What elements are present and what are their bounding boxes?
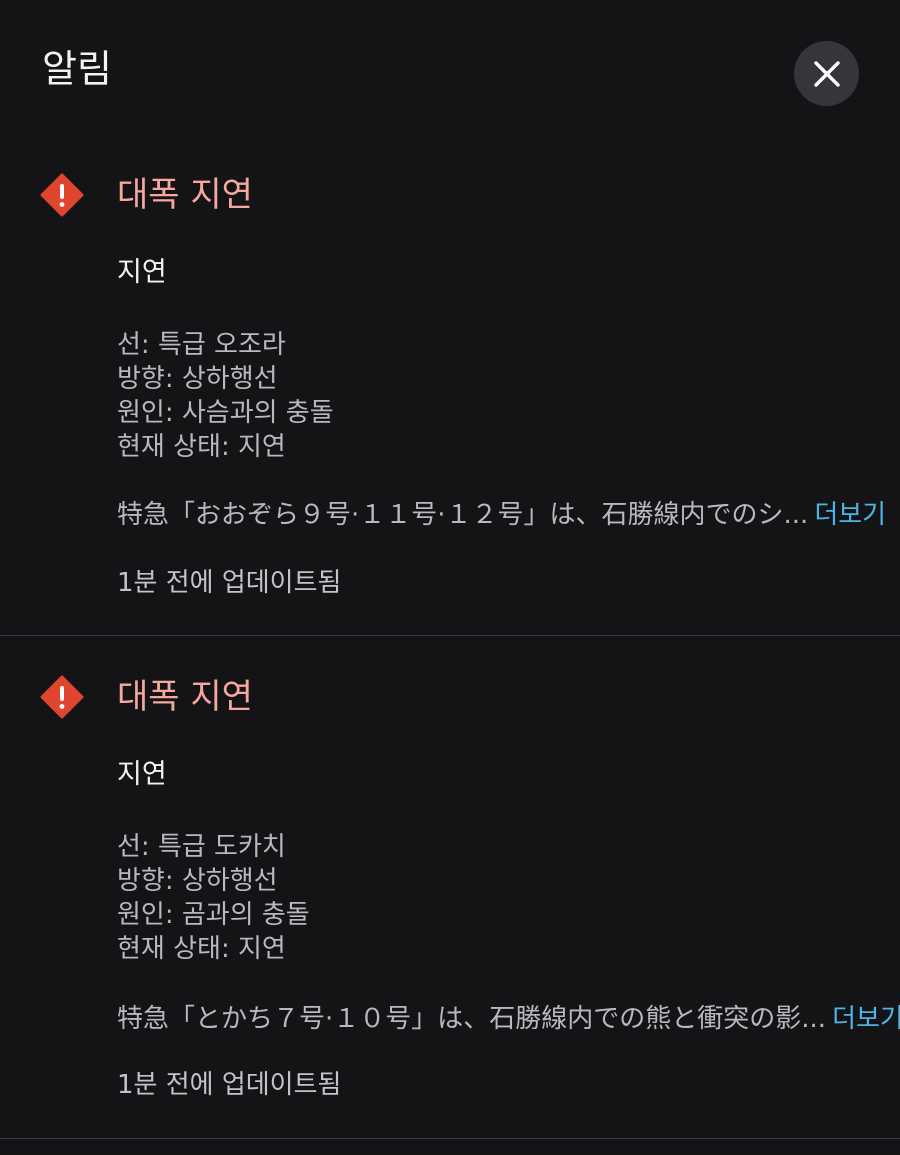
updated-timestamp: 1분 전에 업데이트됨 <box>117 1070 342 1100</box>
detail-direction: 방향: 상하행선 <box>117 866 278 896</box>
alert-title: 대폭 지연 <box>117 175 253 215</box>
detail-cause: 원인: 곰과의 충돌 <box>117 900 310 930</box>
page-title: 알림 <box>42 47 112 91</box>
alert-details: 선: 특급 도카치 방향: 상하행선 원인: 곰과의 충돌 현재 상태: 지연 <box>117 830 310 966</box>
alert-item: 대폭 지연 지연 선: 특급 도카치 방향: 상하행선 원인: 곰과의 충돌 현… <box>0 636 900 1139</box>
more-link[interactable]: 더보기 <box>814 500 886 530</box>
description-text: 特急「とかち７号·１０号」は、石勝線内での熊と衝突の影... <box>117 1004 827 1034</box>
close-icon <box>813 60 840 87</box>
warning-icon <box>40 173 84 217</box>
detail-line: 선: 특급 도카치 <box>117 832 286 862</box>
detail-current-status: 현재 상태: 지연 <box>117 934 286 964</box>
detail-line: 선: 특급 오조라 <box>117 330 286 360</box>
alert-description: 特急「おおぞら９号·１１号·１２号」は、石勝線内でのシ... 더보기 <box>117 498 886 532</box>
more-link[interactable]: 더보기 <box>832 1004 900 1034</box>
detail-current-status: 현재 상태: 지연 <box>117 432 286 462</box>
header: 알림 <box>0 0 900 140</box>
alert-description: 特急「とかち７号·１０号」は、石勝線内での熊と衝突の影... 더보기 <box>117 1002 900 1036</box>
alert-status: 지연 <box>117 257 167 288</box>
warning-icon <box>40 675 84 719</box>
description-text: 特急「おおぞら９号·１１号·１２号」は、石勝線内でのシ... <box>117 500 809 530</box>
alert-title: 대폭 지연 <box>117 677 253 717</box>
close-button[interactable] <box>794 41 859 106</box>
alert-status: 지연 <box>117 759 167 790</box>
updated-timestamp: 1분 전에 업데이트됨 <box>117 568 342 598</box>
detail-cause: 원인: 사슴과의 충돌 <box>117 398 334 428</box>
detail-direction: 방향: 상하행선 <box>117 364 278 394</box>
alert-details: 선: 특급 오조라 방향: 상하행선 원인: 사슴과의 충돌 현재 상태: 지연 <box>117 328 334 464</box>
alert-item: 대폭 지연 지연 선: 특급 오조라 방향: 상하행선 원인: 사슴과의 충돌 … <box>0 140 900 636</box>
